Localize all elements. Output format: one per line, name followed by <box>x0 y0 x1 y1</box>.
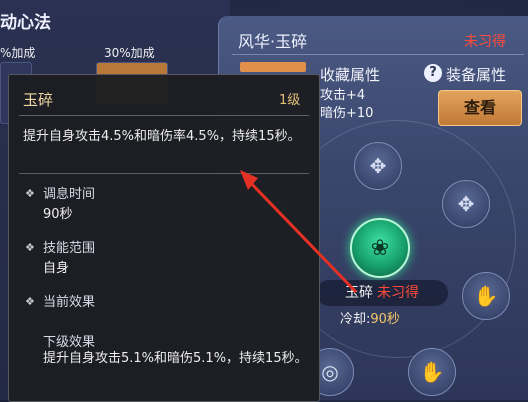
annotation-arrow <box>240 170 358 294</box>
